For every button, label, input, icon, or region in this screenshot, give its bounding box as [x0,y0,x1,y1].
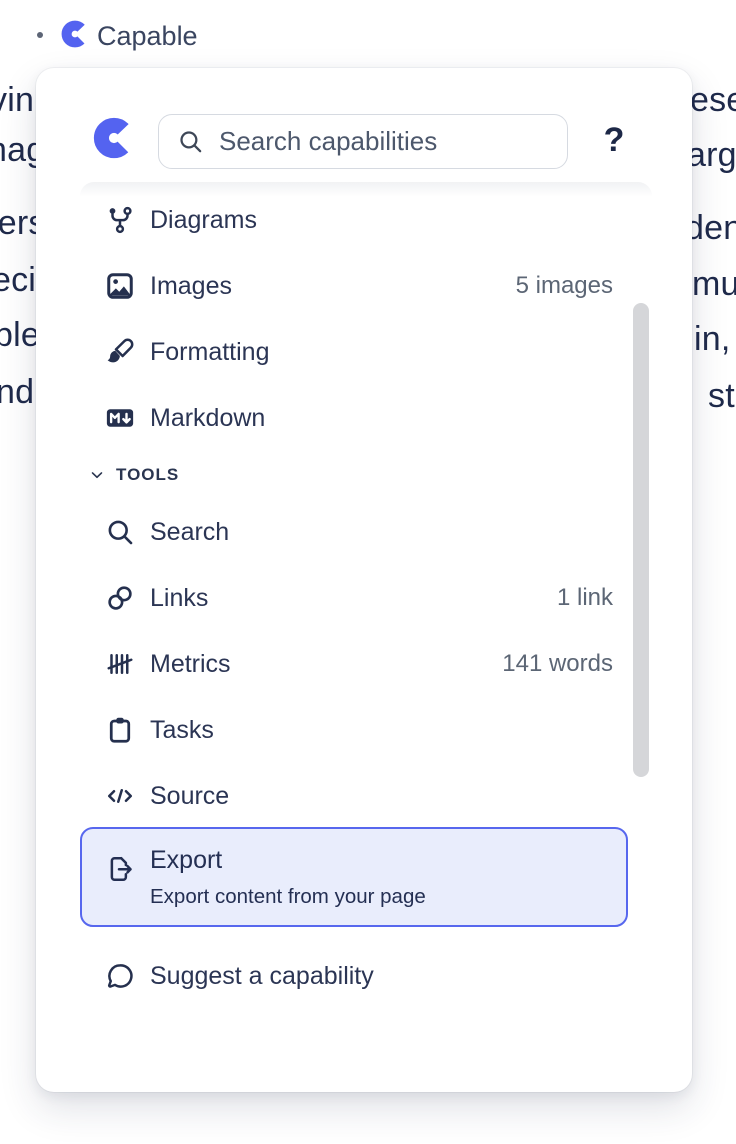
chat-bubble-icon [105,961,135,991]
section-header-tools[interactable]: TOOLS [80,455,632,495]
item-badge: 5 images [516,272,613,300]
list-item-label: Search [150,518,229,547]
list-item-label: Formatting [150,338,269,367]
list-item-export-selected[interactable]: Export Export content from your page [80,827,628,927]
item-badge: 141 words [502,650,613,678]
list-item-label: Source [150,782,229,811]
list-item-images[interactable]: Images 5 images [80,258,632,314]
markdown-icon [105,403,135,433]
list-item-label: Suggest a capability [150,962,374,991]
capability-panel: ? Diagrams Images 5 im [36,68,692,1092]
list-item-suggest-capability[interactable]: Suggest a capability [80,946,652,1006]
item-badge: 1 link [557,584,613,612]
bg-text-fragment: eci [0,263,36,297]
capability-list: Diagrams Images 5 images Formatting [80,182,652,937]
code-icon [105,781,135,811]
list-item-formatting[interactable]: Formatting [80,324,632,380]
list-item-tasks[interactable]: Tasks [80,702,632,758]
search-icon [177,128,204,155]
scroll-fade [80,182,652,197]
list-item-label: Tasks [150,716,214,745]
list-item-label: Links [150,584,208,613]
bg-text-fragment: in, a [694,322,736,356]
list-item-label: Images [150,272,232,301]
bg-text-fragment: nd [0,375,34,409]
paintbrush-icon [105,337,135,367]
chevron-down-icon [88,466,106,484]
capable-logo-icon [61,19,89,49]
list-item-label: Metrics [150,650,231,679]
images-icon [105,271,135,301]
bg-text-fragment: mu [692,267,736,301]
search-input[interactable] [217,125,553,158]
section-header-label: TOOLS [116,465,179,485]
export-icon [105,854,135,884]
capable-logo-icon [93,116,135,160]
links-icon [105,583,135,613]
list-item-links[interactable]: Links 1 link [80,570,632,626]
bg-text-fragment: dent [685,211,736,245]
clipboard-icon [105,715,135,745]
bg-text-fragment: vin [0,83,34,117]
topbar: Capable [0,0,736,64]
search-icon [105,517,135,547]
list-item-metrics[interactable]: Metrics 141 words [80,636,632,692]
list-item-label: Diagrams [150,206,257,235]
bg-text-fragment: ble [0,318,40,352]
list-item-search[interactable]: Search [80,504,632,560]
app-name: Capable [97,21,198,52]
help-button[interactable]: ? [592,112,636,168]
list-item-markdown[interactable]: Markdown [80,390,632,446]
bg-text-fragment: sta [708,379,736,413]
bullet-dot [37,32,43,38]
bg-text-fragment: arge [687,138,736,172]
scrollbar-thumb[interactable] [633,303,649,777]
diagrams-icon [105,205,135,235]
list-item-diagrams[interactable]: Diagrams [80,192,632,248]
list-item-label: Markdown [150,404,265,433]
bg-text-fragment: ese [690,83,736,117]
tally-marks-icon [105,649,135,679]
list-item-description: Export content from your page [150,885,426,909]
list-item-label: Export [150,846,222,875]
search-box[interactable] [158,114,568,169]
list-item-source[interactable]: Source [80,768,632,824]
